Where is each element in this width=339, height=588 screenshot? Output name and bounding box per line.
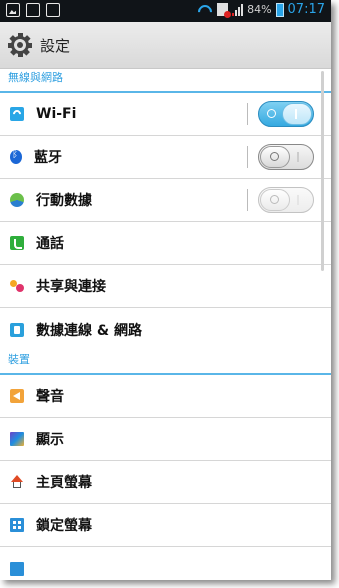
settings-item-bluetooth[interactable]: 藍牙 — [0, 136, 331, 179]
settings-item-label: 共享與連接 — [36, 279, 106, 295]
settings-item-label: 通話 — [36, 236, 64, 252]
settings-item-label: 顯示 — [36, 432, 64, 448]
tethering-icon — [10, 322, 24, 337]
battery-percent: 84% — [247, 3, 272, 16]
no-sim-icon — [217, 3, 232, 18]
settings-item-label: 藍牙 — [34, 150, 62, 166]
bluetooth-toggle[interactable] — [258, 144, 314, 170]
settings-item-label: 鎖定螢幕 — [36, 518, 92, 534]
lock-screen-icon — [10, 518, 24, 532]
signal-icon — [232, 3, 244, 16]
share-icon — [10, 279, 24, 293]
settings-item-display[interactable]: 顯示 — [0, 418, 331, 461]
message-icon — [26, 3, 40, 17]
mobile-data-icon — [10, 193, 24, 207]
section-header-wireless: 無線與網路 — [0, 69, 331, 93]
clock: 07:17 — [287, 2, 325, 17]
section-header-device: 裝置 — [0, 351, 331, 375]
home-icon — [10, 475, 24, 489]
settings-item-call[interactable]: 通話 — [0, 222, 331, 265]
settings-item-tethering[interactable]: 數據連線 & 網路 — [0, 308, 331, 351]
settings-item-home-screen[interactable]: 主頁螢幕 — [0, 461, 331, 504]
divider — [247, 189, 248, 211]
settings-item-share[interactable]: 共享與連接 — [0, 265, 331, 308]
settings-screen: 84% 07:17 設定 無線與網路 Wi-Fi 藍牙 — [0, 0, 331, 580]
settings-item-label: 數據連線 & 網路 — [36, 322, 142, 339]
phone-icon — [10, 236, 24, 250]
settings-item-lock-screen[interactable]: 鎖定螢幕 — [0, 504, 331, 547]
settings-list[interactable]: 無線與網路 Wi-Fi 藍牙 行動數據 — [0, 69, 331, 580]
settings-item-partial[interactable] — [0, 547, 331, 580]
status-bar: 84% 07:17 — [0, 0, 331, 22]
divider — [247, 103, 248, 125]
battery-icon — [275, 2, 284, 17]
gear-icon[interactable] — [3, 28, 37, 62]
divider — [247, 146, 248, 168]
scrollbar[interactable] — [321, 71, 324, 271]
settings-item-label: 聲音 — [36, 389, 64, 405]
settings-item-label: Wi-Fi — [36, 106, 77, 122]
gesture-icon — [10, 561, 24, 576]
sd-card-icon — [46, 3, 60, 17]
action-bar: 設定 — [0, 22, 331, 69]
settings-item-mobile-data[interactable]: 行動數據 — [0, 179, 331, 222]
wifi-icon — [10, 107, 24, 121]
wifi-icon — [197, 4, 213, 16]
settings-item-label: 主頁螢幕 — [36, 475, 92, 491]
page-title: 設定 — [40, 36, 71, 55]
gallery-icon — [6, 3, 20, 17]
mobile-data-toggle[interactable] — [258, 187, 314, 213]
bluetooth-icon — [10, 149, 22, 164]
wifi-toggle[interactable] — [258, 101, 314, 127]
settings-item-label: 行動數據 — [36, 193, 92, 209]
settings-item-wifi[interactable]: Wi-Fi — [0, 93, 331, 136]
sound-icon — [10, 389, 24, 403]
display-icon — [10, 432, 24, 446]
settings-item-sound[interactable]: 聲音 — [0, 375, 331, 418]
